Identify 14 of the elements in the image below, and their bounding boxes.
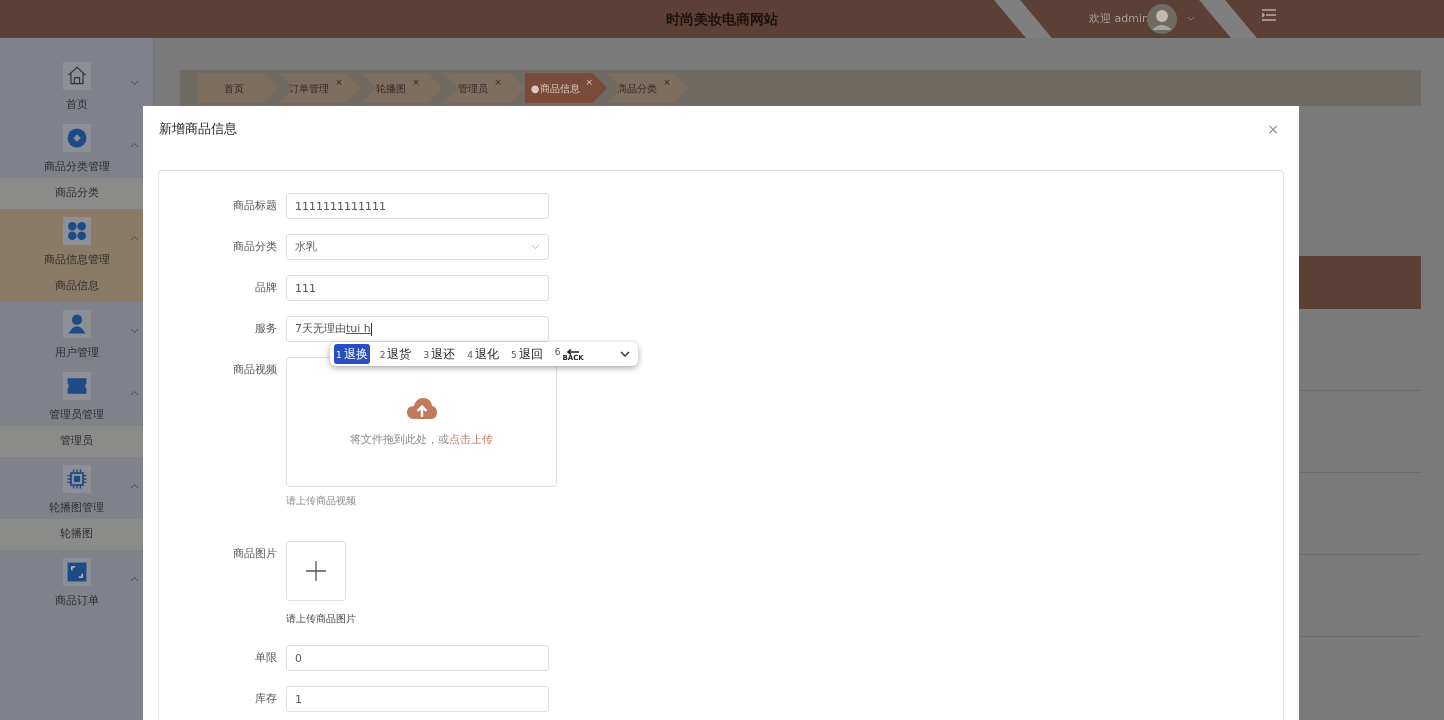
site-title: 时尚美妆电商网站 xyxy=(666,10,778,29)
welcome-text: 欢迎 admin xyxy=(1089,11,1149,27)
dialog-title: 新增商品信息 xyxy=(159,120,237,139)
hint-text: 请上传商品图片 xyxy=(286,612,356,626)
field-label: 商品图片 xyxy=(232,546,278,562)
field-label: 商品标题 xyxy=(232,198,278,214)
field-label: 商品视频 xyxy=(232,362,278,378)
field-label: 商品分类 xyxy=(232,239,278,255)
upload-prompt: 将文件拖到此处，或点击上传 xyxy=(350,431,493,448)
hint-text: 请上传商品视频 xyxy=(286,494,357,508)
field-label: 单限 xyxy=(254,650,278,666)
field-label: 品牌 xyxy=(254,280,278,296)
field-label: 服务 xyxy=(254,321,278,337)
field-label: 库存 xyxy=(254,691,278,707)
